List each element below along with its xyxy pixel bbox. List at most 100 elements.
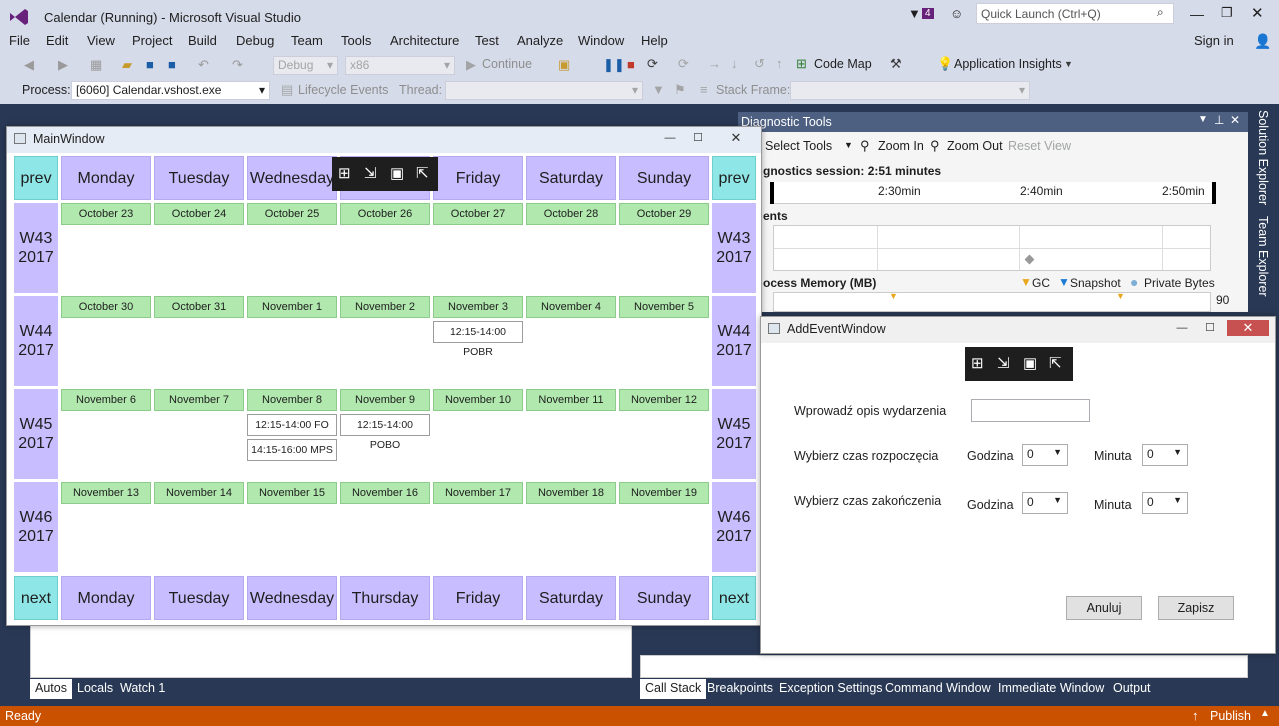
zoom-out-button[interactable]: Zoom Out	[947, 139, 1003, 153]
step-out-icon[interactable]: ↑	[776, 56, 783, 72]
insights-button[interactable]: Application Insights	[954, 57, 1062, 71]
redo-icon[interactable]: ↷	[232, 57, 243, 73]
new-project-icon[interactable]: ▦	[90, 57, 102, 73]
undo-icon[interactable]: ↶	[198, 57, 209, 73]
publish-button[interactable]: Publish	[1210, 709, 1251, 723]
menu-debug[interactable]: Debug	[236, 33, 274, 48]
event-item[interactable]: 12:15-14:00 FO	[247, 414, 337, 436]
lifecycle-events-button[interactable]: Lifecycle Events	[298, 83, 388, 97]
zoom-in-button[interactable]: Zoom In	[878, 139, 924, 153]
date-cell[interactable]: November 16	[340, 482, 430, 504]
date-cell[interactable]: November 17	[433, 482, 523, 504]
select-element-icon[interactable]: ⇲	[364, 164, 377, 182]
date-cell[interactable]: November 8	[247, 389, 337, 411]
flag-filter-icon[interactable]: ⚑	[674, 82, 686, 98]
event-marker[interactable]	[1024, 254, 1035, 265]
minimize-icon[interactable]: —	[1190, 6, 1204, 22]
close-icon[interactable]: ✕	[1251, 4, 1264, 22]
events-track[interactable]	[773, 225, 1211, 271]
prev-button-right[interactable]: prev	[712, 156, 756, 200]
quick-launch-input[interactable]: Quick Launch (Ctrl+Q) ⌕	[976, 3, 1174, 24]
event-item[interactable]: 14:15-16:00 MPS	[247, 439, 337, 461]
save-button[interactable]: Zapisz	[1158, 596, 1234, 620]
tab-command-window[interactable]: Command Window	[880, 679, 996, 699]
next-button-right[interactable]: next	[712, 576, 756, 620]
menu-view[interactable]: View	[87, 33, 115, 48]
tab-autos[interactable]: Autos	[30, 679, 72, 699]
menu-analyze[interactable]: Analyze	[517, 33, 563, 48]
date-cell[interactable]: November 15	[247, 482, 337, 504]
track-focus-icon[interactable]: ⇱	[1049, 354, 1062, 372]
close-icon[interactable]: ✕	[725, 130, 747, 146]
tab-call-stack[interactable]: Call Stack	[640, 679, 707, 699]
stop-icon[interactable]: ■	[627, 57, 635, 73]
menu-team[interactable]: Team	[291, 33, 323, 48]
select-element-icon[interactable]: ⇲	[997, 354, 1010, 372]
date-cell[interactable]: November 5	[619, 296, 709, 318]
date-cell[interactable]: November 14	[154, 482, 244, 504]
date-cell[interactable]: November 7	[154, 389, 244, 411]
pause-icon[interactable]: ❚❚	[603, 57, 625, 73]
stack-frame-dropdown[interactable]: ▾	[790, 81, 1030, 100]
live-tree-icon[interactable]: ⊞	[338, 164, 351, 182]
menu-window[interactable]: Window	[578, 33, 624, 48]
start-hour-select[interactable]: 0 ▼	[1022, 444, 1068, 466]
process-dropdown[interactable]: [6060] Calendar.vshost.exe ▾	[71, 81, 270, 100]
timeline-ruler[interactable]: 2:30min 2:40min 2:50min	[770, 182, 1216, 204]
date-cell[interactable]: October 27	[433, 203, 523, 225]
menu-test[interactable]: Test	[475, 33, 499, 48]
date-cell[interactable]: October 26	[340, 203, 430, 225]
feedback-icon[interactable]: ☺	[950, 6, 963, 21]
process-icon[interactable]: ▣	[558, 57, 570, 73]
date-cell[interactable]: November 2	[340, 296, 430, 318]
date-cell[interactable]: November 3	[433, 296, 523, 318]
tab-breakpoints[interactable]: Breakpoints	[702, 679, 778, 699]
event-item[interactable]: 12:15-14:00 POBO	[340, 414, 430, 451]
select-tools-button[interactable]: Select Tools	[765, 139, 832, 153]
menu-build[interactable]: Build	[188, 33, 217, 48]
tab-watch1[interactable]: Watch 1	[115, 679, 170, 699]
step-into-icon[interactable]: ↓	[731, 56, 738, 72]
code-map-button[interactable]: Code Map	[814, 57, 872, 71]
minimize-icon[interactable]: —	[1171, 320, 1193, 336]
date-cell[interactable]: November 18	[526, 482, 616, 504]
menu-edit[interactable]: Edit	[46, 33, 68, 48]
continue-button[interactable]: Continue	[482, 57, 532, 71]
maximize-icon[interactable]: ☐	[1199, 320, 1221, 336]
event-item[interactable]: 12:15-14:00 POBR	[433, 321, 523, 358]
end-minute-select[interactable]: 0 ▼	[1142, 492, 1188, 514]
end-hour-select[interactable]: 0 ▼	[1022, 492, 1068, 514]
date-cell[interactable]: November 10	[433, 389, 523, 411]
tab-immediate-window[interactable]: Immediate Window	[993, 679, 1109, 699]
config-dropdown[interactable]: Debug ▾	[273, 56, 338, 75]
step-back-icon[interactable]: ↺	[754, 56, 765, 72]
account-icon[interactable]: 👤	[1254, 33, 1271, 50]
tab-locals[interactable]: Locals	[72, 679, 118, 699]
reset-view-button[interactable]: Reset View	[1008, 139, 1071, 153]
next-button[interactable]: next	[14, 576, 58, 620]
breakpoints-icon[interactable]: ⚒	[890, 56, 902, 72]
date-cell[interactable]: October 30	[61, 296, 151, 318]
minimize-icon[interactable]: —	[659, 130, 681, 146]
pin-icon[interactable]: ⊥	[1214, 113, 1224, 127]
date-cell[interactable]: October 29	[619, 203, 709, 225]
save-all-icon[interactable]: ■	[168, 57, 176, 73]
layout-adorners-icon[interactable]: ▣	[1023, 354, 1037, 372]
chevron-down-icon[interactable]: ▼	[844, 140, 853, 150]
step-over-icon[interactable]: →	[708, 56, 721, 72]
flag-icon[interactable]: ▼	[652, 82, 665, 98]
back-icon[interactable]: ◀	[24, 57, 34, 73]
thread-dropdown[interactable]: ▾	[445, 81, 643, 100]
menu-tools[interactable]: Tools	[341, 33, 371, 48]
maximize-icon[interactable]: ☐	[687, 130, 709, 146]
forward-icon[interactable]: ▶	[58, 57, 68, 73]
prev-button[interactable]: prev	[14, 156, 58, 200]
close-panel-icon[interactable]: ✕	[1230, 113, 1240, 127]
date-cell[interactable]: October 25	[247, 203, 337, 225]
show-next-icon[interactable]: ⟳	[678, 56, 689, 72]
date-cell[interactable]: October 31	[154, 296, 244, 318]
restart-icon[interactable]: ⟳	[647, 56, 658, 72]
track-focus-icon[interactable]: ⇱	[416, 164, 429, 182]
date-cell[interactable]: November 4	[526, 296, 616, 318]
notification-badge[interactable]: 4	[922, 8, 934, 19]
